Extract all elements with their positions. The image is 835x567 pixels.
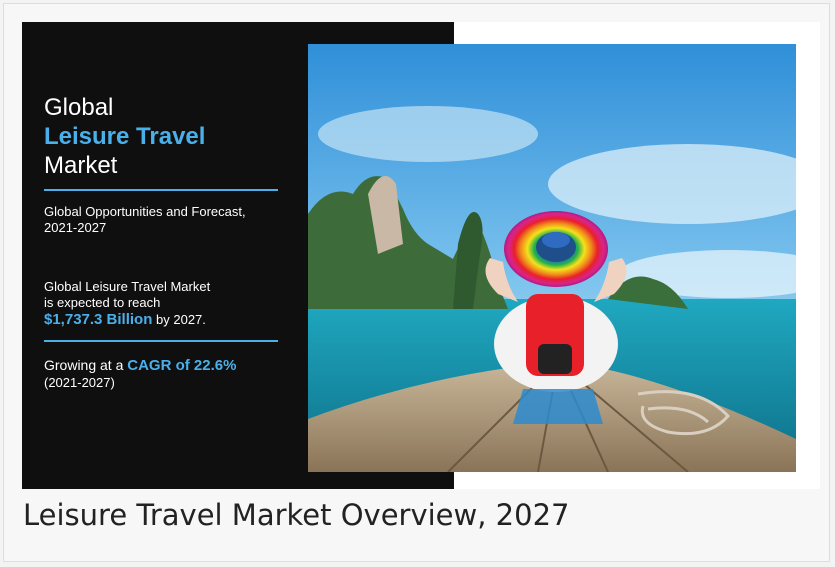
growth-line-1: Growing at a CAGR of 22.6%: [44, 357, 236, 374]
expectation-line-1: Global Leisure Travel Market: [44, 279, 211, 294]
figure-card: Global Leisure Travel Market Global Oppo…: [3, 3, 830, 562]
photo-illustration: [308, 44, 796, 472]
title-line-market: Market: [44, 152, 118, 179]
title-line-global: Global: [44, 94, 114, 121]
market-value-suffix: by 2027.: [156, 312, 206, 327]
market-value: $1,737.3 Billion: [44, 311, 153, 328]
expectation-line-2: is expected to reach: [44, 295, 161, 310]
title-line-leisure-travel: Leisure Travel: [44, 123, 206, 150]
woman-on-boat-photo: [308, 44, 796, 472]
divider-top: [44, 189, 278, 191]
divider-bottom: [44, 340, 278, 342]
growth-prefix: Growing at a: [44, 357, 124, 373]
expectation-line-3: $1,737.3 Billion by 2027.: [44, 311, 206, 328]
growth-period: (2021-2027): [44, 375, 115, 390]
figure-caption: Leisure Travel Market Overview, 2027: [23, 498, 570, 532]
cagr-value: CAGR of 22.6%: [127, 357, 237, 374]
subtitle-line-1: Global Opportunities and Forecast,: [44, 204, 246, 219]
market-infographic: Global Leisure Travel Market Global Oppo…: [22, 22, 820, 489]
subtitle-line-2: 2021-2027: [44, 220, 107, 235]
